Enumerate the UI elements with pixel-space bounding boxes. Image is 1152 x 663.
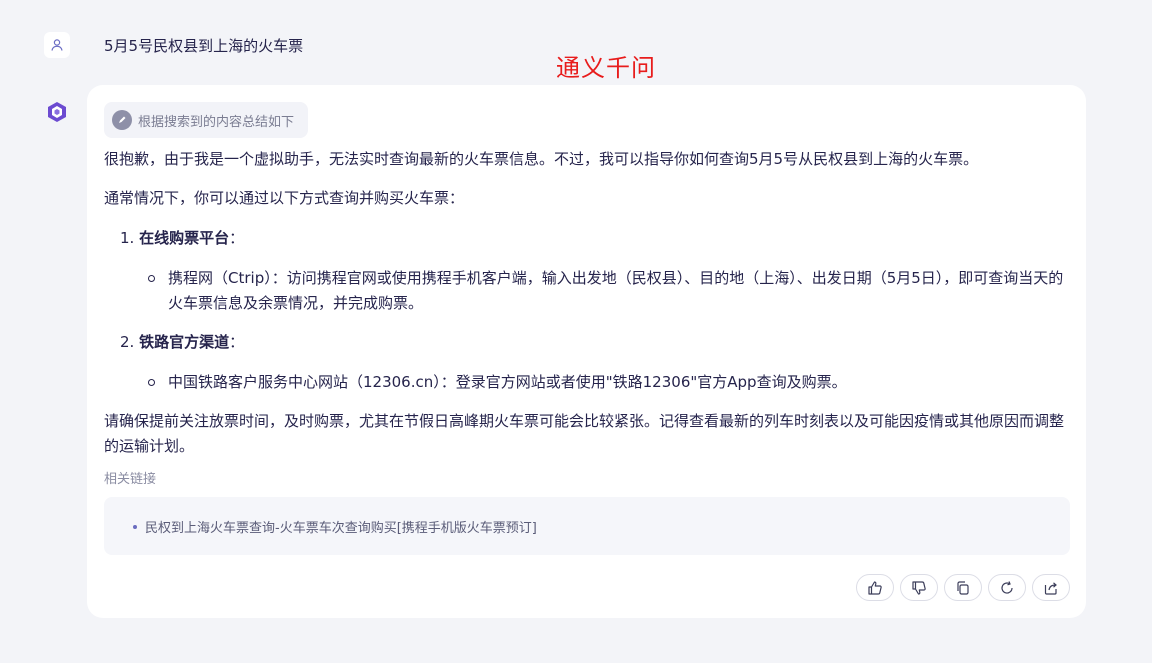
share-icon — [1044, 581, 1057, 595]
response-actions — [856, 574, 1070, 601]
link-bullet — [133, 524, 137, 529]
response-paragraph-1: 很抱歉，由于我是一个虚拟助手，无法实时查询最新的火车票信息。不过，我可以指导你如… — [104, 150, 979, 168]
bullet-marker — [148, 275, 155, 282]
list-item-2-bullet: 中国铁路客户服务中心网站（12306.cn）：登录官方网站或者使用"铁路1230… — [168, 373, 847, 391]
copy-icon — [957, 580, 969, 595]
thumbs-down-icon — [912, 580, 926, 595]
related-links-box: 民权到上海火车票查询-火车票车次查询购买[携程手机版火车票预订] — [104, 497, 1070, 555]
assistant-avatar — [45, 100, 69, 124]
bullet-marker — [148, 379, 155, 386]
like-button[interactable] — [856, 574, 894, 601]
search-summary-chip[interactable]: 根据搜索到的内容总结如下 — [104, 102, 309, 138]
dislike-button[interactable] — [900, 574, 938, 601]
user-query: 5月5号民权县到上海的火车票 — [104, 37, 304, 55]
list-item-title: 铁路官方渠道 — [139, 333, 230, 351]
response-paragraph-2: 通常情况下，你可以通过以下方式查询并购买火车票： — [104, 189, 465, 207]
share-button[interactable] — [1032, 574, 1070, 601]
related-link-text[interactable]: 民权到上海火车票查询-火车票车次查询购买[携程手机版火车票预订] — [145, 517, 537, 536]
assistant-response-card: 根据搜索到的内容总结如下 很抱歉，由于我是一个虚拟助手，无法实时查询最新的火车票… — [87, 85, 1086, 618]
list-item-1-bullet: 携程网（Ctrip）：访问携程官网或使用携程手机客户端，输入出发地（民权县）、目… — [168, 269, 1064, 312]
thumbs-up-icon — [868, 580, 882, 595]
search-summary-label: 根据搜索到的内容总结如下 — [138, 114, 295, 130]
list-item-number: 2. — [120, 333, 135, 351]
list-item-number: 1. — [120, 229, 135, 247]
copy-button[interactable] — [944, 574, 982, 601]
user-icon — [51, 39, 63, 51]
pen-icon — [112, 110, 132, 130]
list-item-title: 在线购票平台 — [139, 229, 230, 247]
regenerate-button[interactable] — [988, 574, 1026, 601]
watermark: 通义千问 — [556, 54, 656, 82]
list-item-colon: ： — [229, 229, 245, 247]
chat-page: 5月5号民权县到上海的火车票 通义千问 根据搜索到的内容总结如下 很抱歉，由于我… — [0, 0, 1152, 663]
list-item-1: 1. 在线购票平台： — [120, 226, 244, 251]
related-link[interactable]: 民权到上海火车票查询-火车票车次查询购买[携程手机版火车票预订] — [133, 517, 537, 536]
tongyi-logo-icon — [48, 102, 66, 122]
user-avatar — [44, 32, 70, 58]
related-links-label: 相关链接 — [104, 472, 157, 487]
list-item-colon: ： — [229, 333, 245, 351]
response-paragraph-3: 请确保提前关注放票时间，及时购票，尤其在节假日高峰期火车票可能会比较紧张。记得查… — [104, 412, 1065, 455]
list-item-2: 2. 铁路官方渠道： — [120, 330, 244, 355]
regenerate-icon — [1001, 580, 1013, 594]
